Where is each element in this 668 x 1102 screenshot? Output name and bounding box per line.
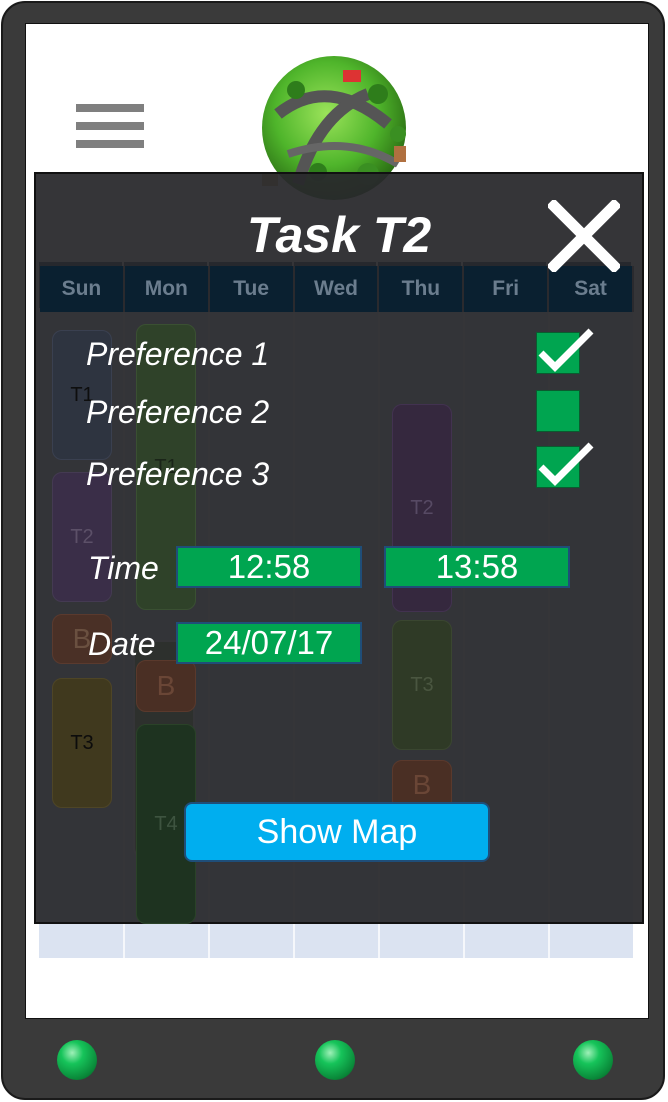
checkmark-icon bbox=[538, 442, 594, 486]
preference-2-label: Preference 2 bbox=[86, 394, 270, 430]
faded-day-tue: Tue bbox=[209, 266, 295, 312]
preference-2-checkbox[interactable] bbox=[536, 390, 580, 432]
show-map-button[interactable]: Show Map bbox=[184, 802, 490, 862]
faded-task-mon-b: B bbox=[136, 660, 196, 712]
left-hardware-button[interactable] bbox=[57, 1040, 97, 1080]
center-hardware-button[interactable] bbox=[315, 1040, 355, 1080]
faded-day-wed: Wed bbox=[294, 266, 380, 312]
preference-1-checkbox[interactable] bbox=[536, 328, 594, 374]
checkmark-icon bbox=[538, 328, 594, 372]
hamburger-menu-icon[interactable] bbox=[76, 104, 146, 152]
date-field[interactable]: 24/07/17 bbox=[176, 622, 362, 664]
preference-3-checkbox[interactable] bbox=[536, 442, 594, 488]
preference-3-label: Preference 3 bbox=[86, 456, 270, 492]
faded-day-fri: Fri bbox=[464, 266, 550, 312]
close-icon[interactable] bbox=[548, 200, 620, 272]
task-modal: Sun Mon Tue Wed Thu Fri Sat T1 T2 B T3 T… bbox=[34, 172, 644, 924]
faded-calendar-header: Sun Mon Tue Wed Thu Fri Sat bbox=[40, 266, 635, 312]
faded-task-thu-t3: T3 bbox=[392, 620, 452, 750]
time-start-field[interactable]: 12:58 bbox=[176, 546, 362, 588]
preference-1-label: Preference 1 bbox=[86, 336, 270, 372]
faded-day-sun: Sun bbox=[40, 266, 125, 312]
faded-day-mon: Mon bbox=[124, 266, 210, 312]
phone-frame: Sun Mon Tue Wed Thu Fri Sat Sun Mon Tue bbox=[1, 1, 665, 1100]
time-end-field[interactable]: 13:58 bbox=[384, 546, 570, 588]
app-screen: Sun Mon Tue Wed Thu Fri Sat Sun Mon Tue bbox=[25, 23, 649, 1019]
faded-day-thu: Thu bbox=[379, 266, 465, 312]
date-label: Date bbox=[88, 626, 156, 662]
time-label: Time bbox=[88, 550, 159, 586]
faded-day-sat: Sat bbox=[549, 266, 635, 312]
faded-task-sun-t3: T3 bbox=[52, 678, 112, 808]
right-hardware-button[interactable] bbox=[573, 1040, 613, 1080]
